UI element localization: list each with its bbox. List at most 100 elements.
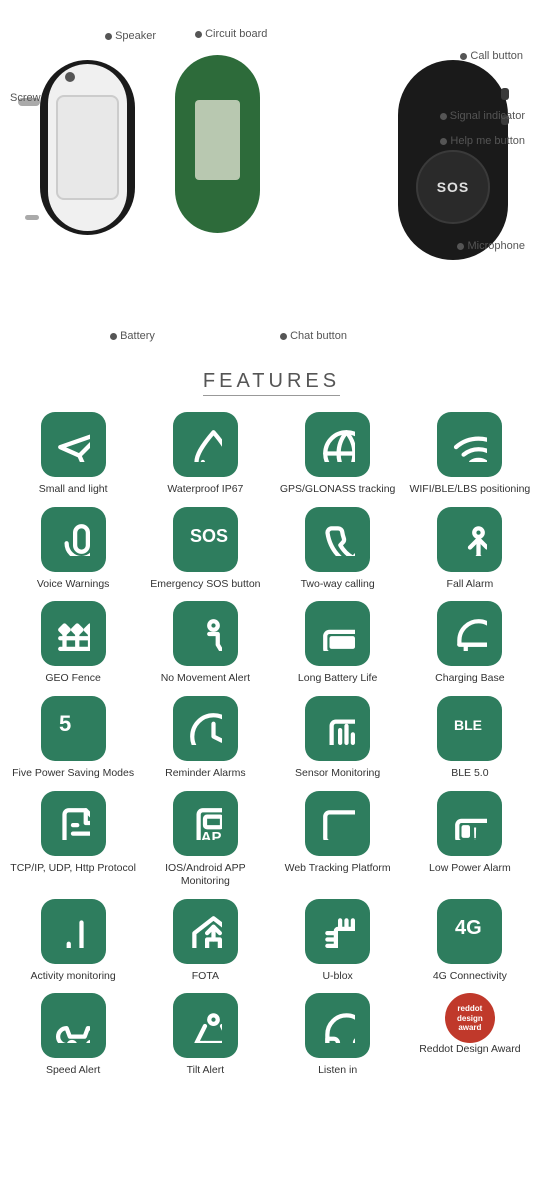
feature-label-app-monitoring: IOS/Android APP Monitoring — [142, 862, 268, 889]
speaker-dot — [65, 72, 75, 82]
files-icon-box — [41, 791, 106, 856]
helmet-icon-box — [437, 601, 502, 666]
device-pcb-chip — [195, 100, 240, 180]
chart-bar-icon-box — [41, 899, 106, 964]
label-call-button: Call button — [460, 50, 523, 62]
feature-label-reddot: Reddot Design Award — [419, 1043, 520, 1057]
features-title: FEATURES — [203, 370, 340, 396]
feature-label-no-movement: No Movement Alert — [161, 672, 250, 686]
feature-voice-warnings: Voice Warnings — [10, 507, 136, 592]
feature-power-modes: 5 Five Power Saving Modes — [10, 696, 136, 781]
feature-reminder-alarms: Reminder Alarms — [142, 696, 268, 781]
feature-app-monitoring: APP IOS/Android APP Monitoring — [142, 791, 268, 889]
feature-battery-life: Long Battery Life — [275, 601, 401, 686]
feature-label-sensor-monitoring: Sensor Monitoring — [295, 767, 380, 781]
feature-label-4g: 4G Connectivity — [433, 970, 507, 984]
phone-icon-box — [305, 507, 370, 572]
headphones-icon-box — [305, 993, 370, 1058]
label-chat-button: Chat button — [280, 330, 347, 342]
battery-low-icon-box: ! — [437, 791, 502, 856]
person-sit-icon-box — [173, 601, 238, 666]
feature-waterproof: Waterproof IP67 — [142, 412, 268, 497]
feature-no-movement: No Movement Alert — [142, 601, 268, 686]
feature-low-power: ! Low Power Alarm — [407, 791, 533, 889]
feature-label-gps: GPS/GLONASS tracking — [280, 483, 396, 497]
globe-icon-box — [305, 412, 370, 477]
battery-full-icon-box — [305, 601, 370, 666]
feature-label-tcp-ip: TCP/IP, UDP, Http Protocol — [10, 862, 136, 876]
svg-text:!: ! — [472, 823, 478, 840]
clock-icon-box — [173, 696, 238, 761]
droplets-icon-box — [173, 412, 238, 477]
svg-text:SOS: SOS — [190, 526, 228, 546]
feature-reddot: reddotdesignawardReddot Design Award — [407, 993, 533, 1078]
feature-label-wifi-ble: WIFI/BLE/LBS positioning — [409, 483, 530, 497]
upload-home-icon-box — [173, 899, 238, 964]
feature-charging-base: Charging Base — [407, 601, 533, 686]
chip-icon-box — [305, 899, 370, 964]
five-icon-box: 5 — [41, 696, 106, 761]
tilt-icon-box — [173, 993, 238, 1058]
device-battery — [56, 95, 119, 200]
feature-label-ublox: U-blox — [322, 970, 352, 984]
car-speed-icon-box — [41, 993, 106, 1058]
svg-text:APP: APP — [201, 830, 222, 840]
4g-icon-box: 4G — [437, 899, 502, 964]
feature-fall-alarm: Fall Alarm — [407, 507, 533, 592]
feature-label-charging-base: Charging Base — [435, 672, 504, 686]
feature-wifi-ble: WIFI/BLE/LBS positioning — [407, 412, 533, 497]
send-icon-box — [41, 412, 106, 477]
label-signal-indicator: Signal indicator — [440, 110, 525, 122]
feature-sensor-monitoring: Sensor Monitoring — [275, 696, 401, 781]
device-top-button — [501, 88, 509, 100]
svg-text:4G: 4G — [455, 917, 482, 939]
feature-label-small-light: Small and light — [39, 483, 108, 497]
feature-label-listen-in: Listen in — [318, 1064, 357, 1078]
fence-icon-box — [41, 601, 106, 666]
reddot-icon: reddotdesignaward — [445, 993, 495, 1043]
feature-web-tracking: Web Tracking Platform — [275, 791, 401, 889]
features-title-wrap: FEATURES — [10, 370, 533, 398]
label-speaker: Speaker — [105, 30, 156, 42]
feature-label-fota: FOTA — [192, 970, 219, 984]
label-microphone: Microphone — [457, 240, 525, 252]
feature-fota: FOTA — [142, 899, 268, 984]
screw-2 — [25, 215, 39, 220]
svg-text:BLE: BLE — [454, 717, 482, 733]
label-screw: Screw — [10, 92, 41, 104]
app-icon-box: APP — [173, 791, 238, 856]
feature-two-way-calling: Two-way calling — [275, 507, 401, 592]
feature-label-ble50: BLE 5.0 — [451, 767, 488, 781]
mic-icon-box — [41, 507, 106, 572]
feature-label-activity: Activity monitoring — [31, 970, 116, 984]
feature-listen-in: Listen in — [275, 993, 401, 1078]
feature-label-fall-alarm: Fall Alarm — [447, 578, 494, 592]
sensor-icon-box — [305, 696, 370, 761]
feature-label-power-modes: Five Power Saving Modes — [12, 767, 134, 781]
fall-icon-box — [437, 507, 502, 572]
label-battery: Battery — [110, 330, 155, 342]
feature-speed-alert: Speed Alert — [10, 993, 136, 1078]
feature-gps: GPS/GLONASS tracking — [275, 412, 401, 497]
device-sos-button: SOS — [416, 150, 490, 224]
feature-label-battery-life: Long Battery Life — [298, 672, 377, 686]
feature-label-web-tracking: Web Tracking Platform — [285, 862, 391, 876]
label-circuit-board: Circuit board — [195, 28, 267, 40]
feature-label-tilt-alert: Tilt Alert — [187, 1064, 225, 1078]
feature-activity: Activity monitoring — [10, 899, 136, 984]
feature-label-voice-warnings: Voice Warnings — [37, 578, 110, 592]
feature-label-geo-fence: GEO Fence — [45, 672, 100, 686]
device-diagram: SOS Speaker Circuit board Call button Sc… — [10, 20, 533, 350]
sos-icon-box: SOS — [173, 507, 238, 572]
diagram-section: SOS Speaker Circuit board Call button Sc… — [0, 0, 543, 360]
feature-sos: SOS Emergency SOS button — [142, 507, 268, 592]
feature-label-two-way-calling: Two-way calling — [301, 578, 375, 592]
svg-text:5: 5 — [59, 711, 71, 736]
feature-label-speed-alert: Speed Alert — [46, 1064, 100, 1078]
feature-label-low-power: Low Power Alarm — [429, 862, 511, 876]
feature-4g: 4G 4G Connectivity — [407, 899, 533, 984]
feature-label-reminder-alarms: Reminder Alarms — [165, 767, 246, 781]
feature-label-waterproof: Waterproof IP67 — [167, 483, 243, 497]
feature-ble50: BLE BLE 5.0 — [407, 696, 533, 781]
feature-ublox: U-blox — [275, 899, 401, 984]
